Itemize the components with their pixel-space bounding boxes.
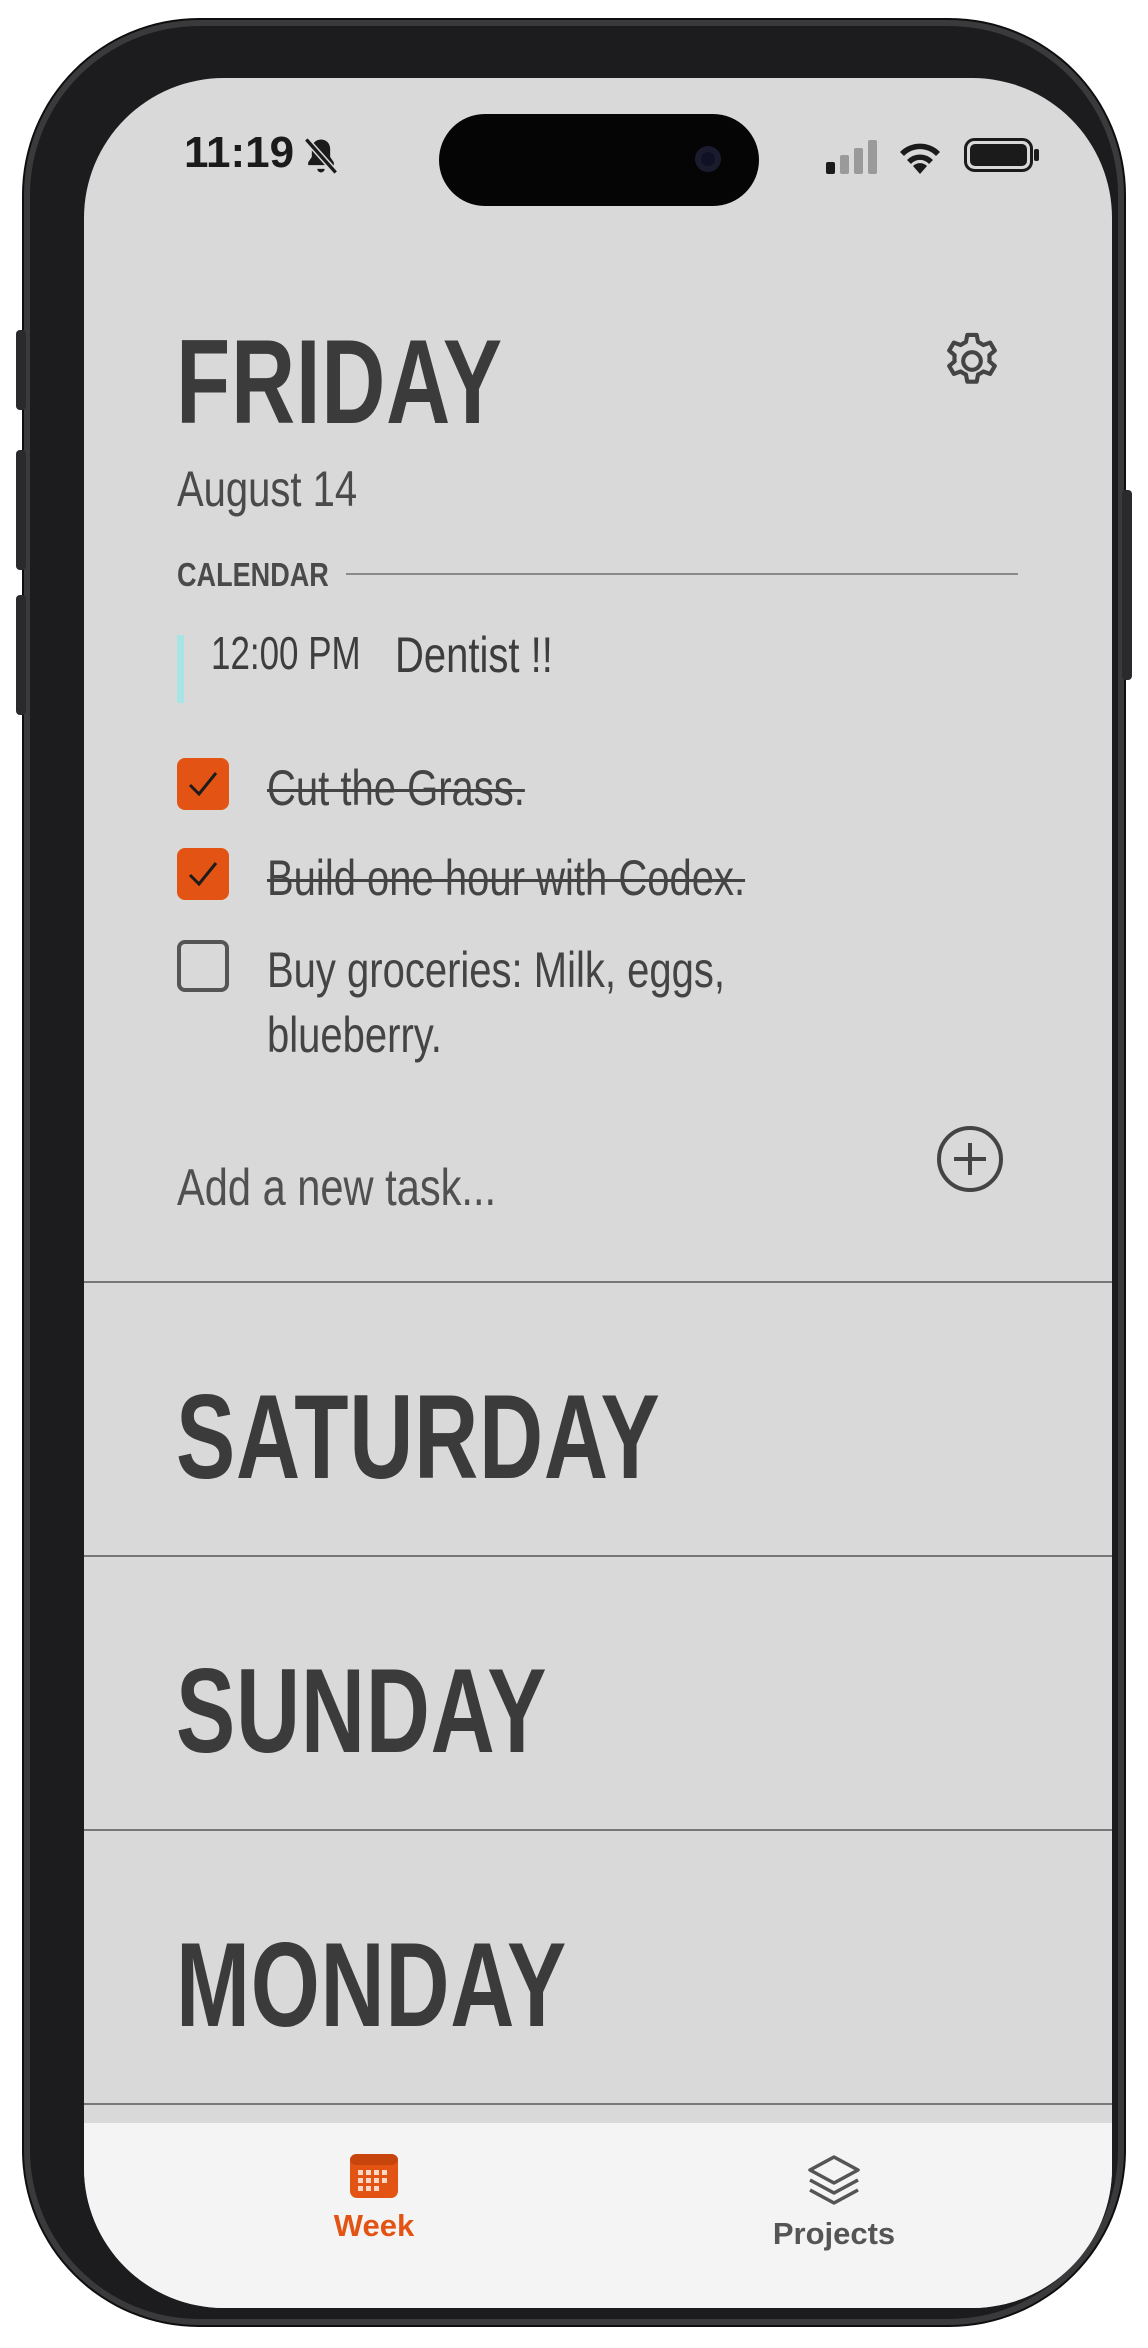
layers-icon <box>808 2155 860 2205</box>
event-time: 12:00 PM <box>211 627 361 679</box>
battery-icon <box>964 138 1039 172</box>
day-title-saturday[interactable]: SATURDAY <box>176 1368 661 1506</box>
add-circle-icon[interactable] <box>934 1123 1006 1195</box>
task-checkbox[interactable] <box>177 758 229 810</box>
calendar-section-label: CALENDAR <box>177 556 329 593</box>
calendar-icon <box>350 2154 398 2198</box>
phone-frame: 11:19 FRIDAY August 14 CALENDAR 12:00 PM… <box>16 20 1132 2325</box>
calendar-divider <box>346 573 1018 575</box>
app-screen: 11:19 FRIDAY August 14 CALENDAR 12:00 PM… <box>84 78 1112 2308</box>
tab-week-label: Week <box>333 2208 415 2243</box>
checkmark-icon <box>188 772 218 797</box>
add-task-input[interactable]: Add a new task... <box>177 1158 496 1218</box>
task-checkbox[interactable] <box>177 940 229 992</box>
checkmark-icon <box>188 862 218 887</box>
section-divider <box>84 1281 1112 1283</box>
tab-week[interactable]: Week <box>284 2153 464 2244</box>
friday-date: August 14 <box>177 461 358 517</box>
event-color-bar <box>177 635 184 703</box>
day-title-monday[interactable]: MONDAY <box>176 1916 567 2054</box>
volume-down-button <box>16 595 26 715</box>
tab-projects[interactable]: Projects <box>734 2153 934 2252</box>
action-button <box>16 330 26 410</box>
task-checkbox[interactable] <box>177 848 229 900</box>
wifi-icon <box>900 143 940 174</box>
gear-icon[interactable] <box>939 328 1005 394</box>
section-divider <box>84 1555 1112 1557</box>
section-divider <box>84 1829 1112 1831</box>
status-time: 11:19 <box>184 128 295 177</box>
task-text[interactable]: Build one hour with Codex. <box>267 846 745 911</box>
dynamic-island <box>439 114 759 206</box>
camera-lens <box>695 146 721 172</box>
tab-projects-label: Projects <box>772 2216 896 2251</box>
day-title-friday: FRIDAY <box>176 315 503 449</box>
tab-bar: Week Projects <box>84 2123 1112 2308</box>
event-title[interactable]: Dentist !! <box>395 626 553 684</box>
section-divider <box>84 2103 1112 2105</box>
volume-up-button <box>16 450 26 570</box>
task-text[interactable]: Cut the Grass. <box>267 756 525 821</box>
cellular-signal-icon <box>826 140 877 174</box>
power-button <box>1122 490 1132 680</box>
task-text[interactable]: Buy groceries: Milk, eggs, blueberry. <box>267 938 779 1068</box>
day-title-sunday[interactable]: SUNDAY <box>176 1642 547 1780</box>
bell-slash-icon <box>304 137 338 175</box>
